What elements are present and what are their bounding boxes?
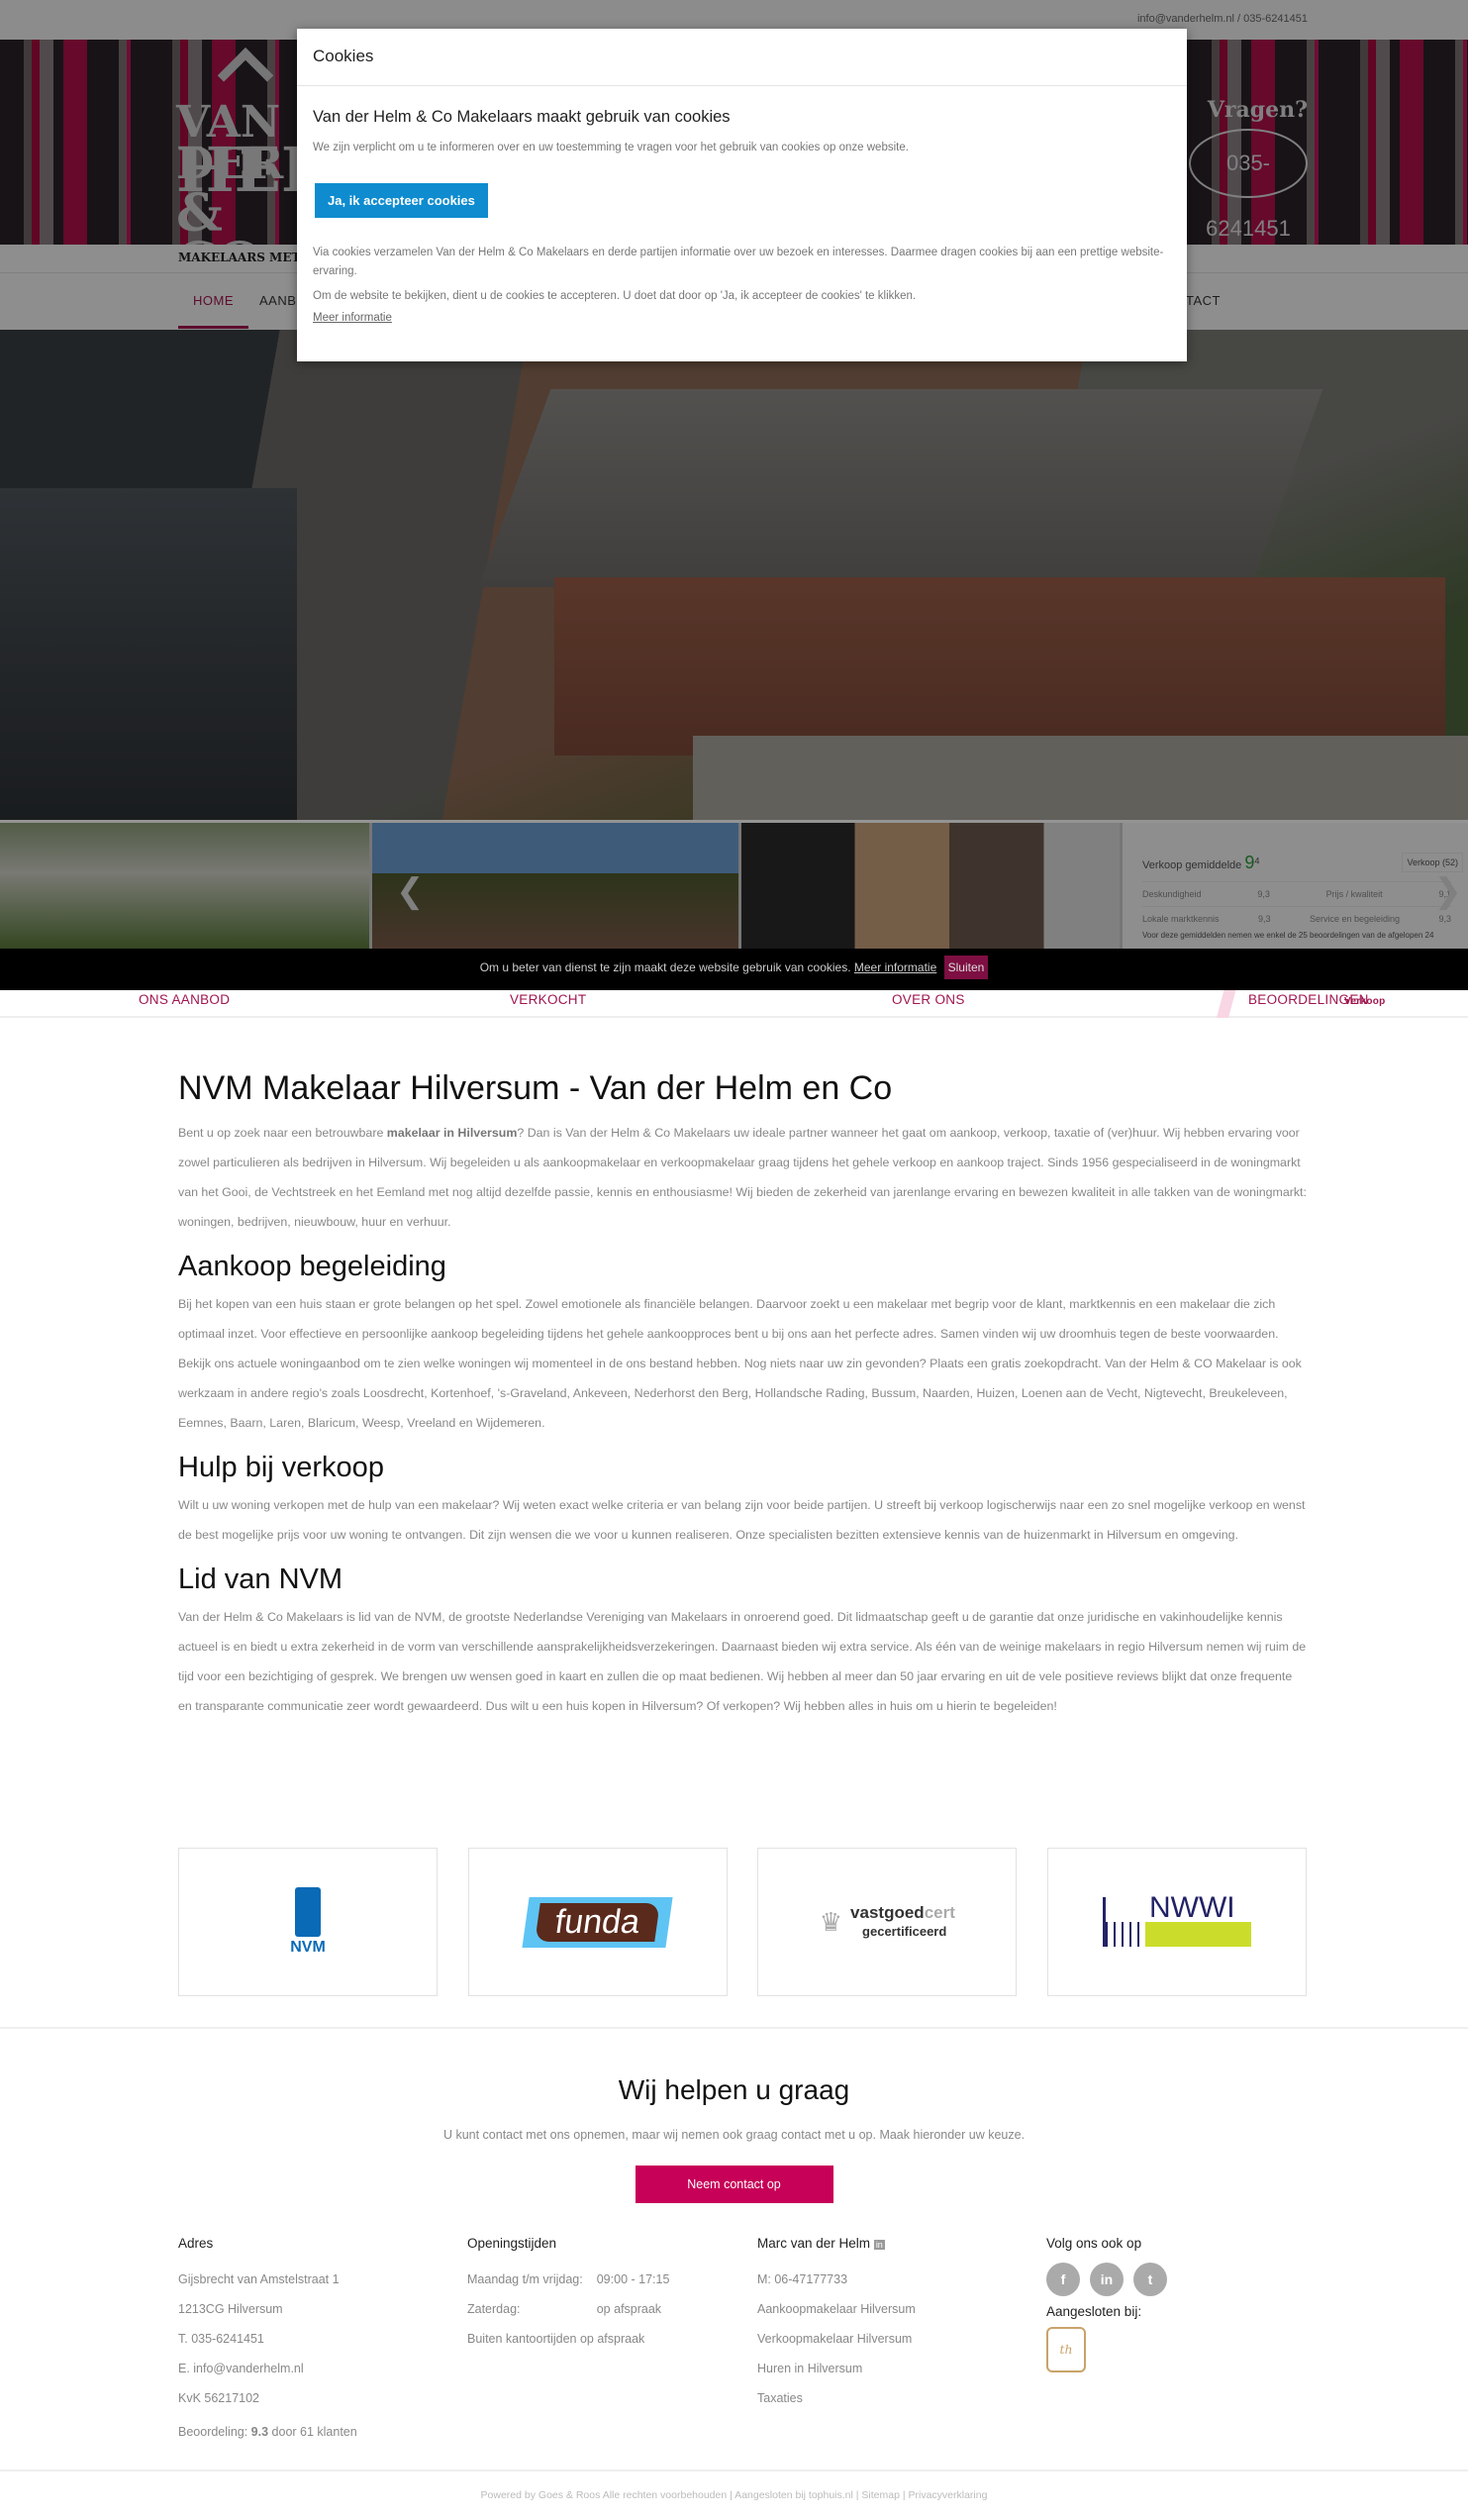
footer-link[interactable]: Aankoopmakelaar Hilversum xyxy=(757,2294,1015,2324)
nwwi-logo[interactable]: NWWI xyxy=(1046,1848,1307,1996)
contact-button[interactable]: Neem contact op xyxy=(635,2166,833,2203)
hours-row: Maandag t/m vrijdag: 09:00 - 17:15 xyxy=(467,2272,670,2286)
modal-text: Om de website te bekijken, dient u de co… xyxy=(313,290,917,302)
cookie-bar-more-link[interactable]: Meer informatie xyxy=(854,960,936,974)
affiliated-heading: Aangesloten bij: xyxy=(1046,2304,1142,2319)
hours-row: Zaterdag: op afspraak xyxy=(467,2302,662,2316)
vastgoedcert-logo[interactable]: ♛ vastgoedcert gecertificeerd xyxy=(757,1848,1018,1996)
funda-logo[interactable]: funda xyxy=(467,1848,728,1996)
page-title: NVM Makelaar Hilversum - Van der Helm en… xyxy=(178,1069,893,1107)
footer-rating: Beoordeling: 9.3 door 61 klanten xyxy=(178,2425,357,2439)
footer-link[interactable]: Taxaties xyxy=(757,2383,1015,2413)
footer-link[interactable]: Huren in Hilversum xyxy=(757,2354,1015,2383)
modal-heading: Van der Helm & Co Makelaars maakt gebrui… xyxy=(313,108,731,126)
cookie-modal: Cookies Van der Helm & Co Makelaars maak… xyxy=(297,29,1187,361)
section-heading: Aankoop begeleiding xyxy=(178,1251,446,1282)
tophuis-logo[interactable]: th xyxy=(1046,2327,1086,2372)
linkedin-icon[interactable]: in xyxy=(873,2240,885,2250)
label-over-ons[interactable]: OVER ONS xyxy=(892,992,965,1007)
facebook-icon[interactable]: f xyxy=(1046,2263,1080,2296)
address-line: 1213CG Hilversum xyxy=(178,2302,283,2316)
mobile-number[interactable]: M: 06-47177733 xyxy=(757,2265,1015,2294)
section-heading: Hulp bij verkoop xyxy=(178,1452,384,1483)
footer-heading: Volg ons ook op xyxy=(1046,2236,1142,2251)
twitter-icon[interactable]: t xyxy=(1133,2263,1167,2296)
hours-extra: Buiten kantoortijden op afspraak xyxy=(467,2332,645,2346)
footer-heading: Openingstijden xyxy=(467,2236,557,2251)
linkedin-icon[interactable]: in xyxy=(1090,2263,1124,2296)
kvk: KvK 56217102 xyxy=(178,2391,260,2405)
footer-address: Adres Gijsbrecht van Amstelstraat 1 1213… xyxy=(178,2236,436,2447)
footer-link[interactable]: Verkoopmakelaar Hilversum xyxy=(757,2324,1015,2354)
keyword-link: makelaar in Hilversum xyxy=(386,1126,518,1140)
section-paragraph: Bij het kopen van een huis staan er grot… xyxy=(178,1297,1302,1430)
cta-title: Wij helpen u graag xyxy=(618,2074,850,2105)
address-line: Gijsbrecht van Amstelstraat 1 xyxy=(178,2272,340,2286)
divider xyxy=(0,2470,1468,2471)
intro-paragraph: Bent u op zoek naar een betrouwbare make… xyxy=(178,1126,1307,1229)
cookie-bar-text: Om u beter van dienst te zijn maakt deze… xyxy=(479,960,851,974)
verkoop-badge: Verkoop xyxy=(1344,996,1386,1007)
accent-slash xyxy=(1216,988,1237,1018)
cookie-bar: Om u beter van dienst te zijn maakt deze… xyxy=(0,949,1468,990)
cookie-bar-close-button[interactable]: Sluiten xyxy=(943,956,989,979)
section-paragraph: Wilt u uw woning verkopen met de hulp va… xyxy=(178,1498,1306,1542)
footer-hours: Openingstijden Maandag t/m vrijdag: 09:00… xyxy=(467,2236,725,2354)
accept-cookies-button[interactable]: Ja, ik accepteer cookies xyxy=(315,183,488,218)
partner-logos: NVM funda ♛ vastgoedcert gecertificeerd N… xyxy=(178,1848,1307,1996)
footer-heading: Adres xyxy=(178,2236,214,2251)
modal-title: Cookies xyxy=(297,29,1187,86)
section-paragraph: Van der Helm & Co Makelaars is lid van d… xyxy=(178,1610,1307,1713)
contact-cta: Wij helpen u graag U kunt contact met on… xyxy=(0,2074,1468,2203)
label-verkocht[interactable]: VERKOCHT xyxy=(510,992,586,1007)
footer-heading: Marc van der Helm in xyxy=(757,2236,885,2251)
footer-social: Volg ons ook op f in t Aangesloten bij: th xyxy=(1046,2236,1304,2372)
copyright: Powered by Goes & Roos Alle rechten voor… xyxy=(480,2489,988,2501)
slider-labels: ONS AANBOD VERKOCHT OVER ONS BEOORDELING… xyxy=(0,988,1468,1018)
cta-text: U kunt contact met ons opnemen, maar wij… xyxy=(442,2128,1026,2142)
nvm-logo[interactable]: NVM xyxy=(178,1848,438,1996)
divider xyxy=(0,2027,1468,2029)
modal-intro: We zijn verplicht om u te informeren ove… xyxy=(313,142,909,153)
footer-marc: Marc van der Helm in M: 06-47177733 Aank… xyxy=(757,2236,1015,2413)
email-link[interactable]: E. info@vanderhelm.nl xyxy=(178,2354,436,2383)
label-ons-aanbod[interactable]: ONS AANBOD xyxy=(139,992,230,1007)
crown-icon: ♛ xyxy=(819,1906,843,1937)
more-info-link[interactable]: Meer informatie xyxy=(313,312,392,324)
section-heading: Lid van NVM xyxy=(178,1563,343,1595)
phone-link[interactable]: T. 035-6241451 xyxy=(178,2324,436,2354)
main-content: NVM Makelaar Hilversum - Van der Helm en… xyxy=(178,1069,1307,1721)
modal-text: Via cookies verzamelen Van der Helm & Co… xyxy=(313,247,1164,277)
